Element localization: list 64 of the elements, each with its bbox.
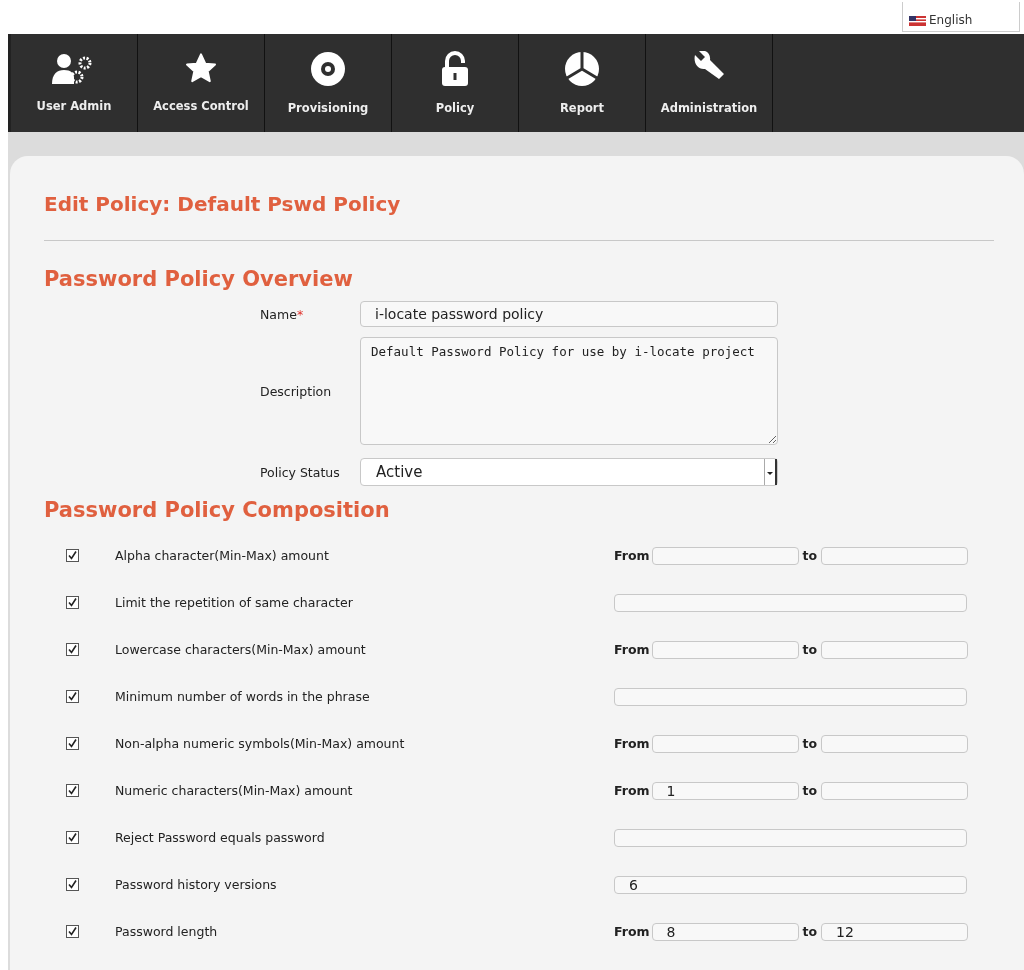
description-field[interactable]: Default Password Policy for use by i-locate project bbox=[360, 337, 778, 445]
to-field[interactable]: 12 bbox=[821, 922, 969, 941]
nav-label: Policy bbox=[435, 101, 475, 115]
rule-label: Non-alpha numeric symbols(Min-Max) amount bbox=[115, 736, 406, 751]
value-field[interactable] bbox=[614, 593, 967, 612]
page-title: Edit Policy: Default Pswd Policy bbox=[44, 192, 402, 216]
disc-icon bbox=[310, 51, 346, 87]
to-label: to bbox=[802, 783, 818, 798]
nav-label: User Admin bbox=[36, 99, 112, 113]
rule-label: Alpha character(Min-Max) amount bbox=[115, 548, 330, 563]
to-field[interactable] bbox=[821, 640, 969, 659]
section-heading: Password Policy Overview bbox=[44, 267, 354, 291]
checkbox[interactable] bbox=[66, 549, 79, 562]
rule-label: Reject Password equals password bbox=[115, 830, 326, 845]
checkbox[interactable] bbox=[66, 831, 79, 844]
field-label: Policy Status bbox=[259, 464, 341, 480]
field-label: Name* bbox=[259, 306, 305, 322]
flag-icon bbox=[909, 16, 926, 26]
from-label: From bbox=[614, 736, 650, 751]
nav-label: Access Control bbox=[153, 99, 249, 113]
checkbox[interactable] bbox=[66, 784, 79, 797]
from-label: From bbox=[614, 548, 650, 563]
checkbox[interactable] bbox=[66, 737, 79, 750]
language-selector[interactable]: English bbox=[902, 2, 1020, 32]
rule-label: Lowercase characters(Min-Max) amount bbox=[115, 642, 367, 657]
to-label: to bbox=[802, 924, 818, 939]
rule-label: Limit the repetition of same character bbox=[115, 595, 354, 610]
rule-label: Minimum number of words in the phrase bbox=[115, 689, 371, 704]
section-heading: Password Policy Composition bbox=[44, 498, 391, 522]
star-icon bbox=[184, 53, 218, 85]
checkbox[interactable] bbox=[66, 925, 79, 938]
from-label: From bbox=[614, 783, 650, 798]
to-label: to bbox=[802, 736, 818, 751]
nav-label: Administration bbox=[660, 101, 758, 115]
from-label: From bbox=[614, 642, 650, 657]
rule-label: Password history versions bbox=[115, 877, 278, 892]
from-field[interactable]: 8 bbox=[651, 922, 799, 941]
rule-label: Password length bbox=[115, 924, 219, 939]
from-label: From bbox=[614, 924, 650, 939]
from-field[interactable] bbox=[651, 734, 799, 753]
from-field[interactable] bbox=[651, 640, 799, 659]
caret-icon bbox=[764, 459, 777, 485]
rule-label: Numeric characters(Min-Max) amount bbox=[115, 783, 354, 798]
to-label: to bbox=[802, 548, 818, 563]
to-field[interactable] bbox=[821, 734, 969, 753]
checkbox[interactable] bbox=[66, 596, 79, 609]
checkbox[interactable] bbox=[66, 878, 79, 891]
checkbox[interactable] bbox=[66, 643, 79, 656]
from-field[interactable]: 1 bbox=[651, 781, 799, 800]
name-field[interactable]: i-locate password policy bbox=[360, 301, 778, 327]
nav-label: Provisioning bbox=[287, 101, 369, 115]
nav-label: Report bbox=[560, 101, 604, 115]
to-field[interactable] bbox=[821, 546, 969, 565]
padlock-icon bbox=[440, 51, 470, 87]
value-field[interactable] bbox=[614, 687, 967, 706]
value-field[interactable]: 6 bbox=[614, 875, 967, 894]
checkbox[interactable] bbox=[66, 690, 79, 703]
from-field[interactable] bbox=[651, 546, 799, 565]
pie-chart-icon bbox=[564, 51, 600, 87]
field-label: Description bbox=[259, 383, 333, 399]
value-field[interactable] bbox=[614, 828, 967, 847]
to-label: to bbox=[802, 642, 818, 657]
to-field[interactable] bbox=[821, 781, 969, 800]
status-dropdown[interactable]: Active bbox=[360, 458, 778, 486]
